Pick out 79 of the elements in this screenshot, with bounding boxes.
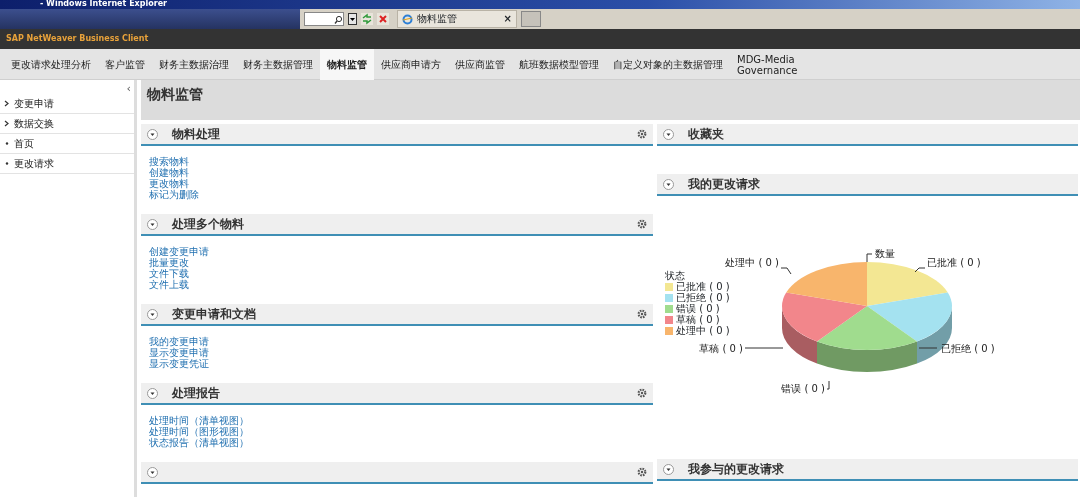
collapse-toggle-icon[interactable] [147, 218, 158, 230]
link[interactable]: 标记为删除 [149, 189, 645, 200]
legend-label: 已拒绝 ( 0 ) [676, 292, 730, 303]
link[interactable]: 处理时间（清单视图） [149, 415, 645, 426]
link[interactable]: 批量更改 [149, 257, 645, 268]
stop-icon[interactable] [377, 13, 389, 25]
nav-tab[interactable]: MDG-Media Governance [730, 49, 812, 80]
section-title: 物料处理 [172, 126, 221, 143]
nav-tab[interactable]: 供应商监管 [448, 49, 512, 80]
settings-icon[interactable] [637, 309, 647, 319]
window-title: - Windows Internet Explorer [0, 0, 1080, 9]
collapse-toggle-icon[interactable] [663, 463, 674, 475]
nav-tab[interactable]: 自定义对象的主数据管理 [606, 49, 730, 80]
close-tab-button[interactable]: × [503, 11, 512, 27]
collapse-button[interactable]: ‹ [123, 84, 134, 94]
leader-line [918, 347, 938, 349]
dropdown-icon[interactable] [348, 13, 357, 25]
legend-label: 已批准 ( 0 ) [676, 281, 730, 292]
leader-line [914, 267, 926, 273]
page-title: 物料监管 [141, 80, 1080, 120]
collapse-toggle-icon[interactable] [147, 128, 158, 140]
legend-label: 处理中 ( 0 ) [676, 325, 730, 336]
link[interactable]: 显示变更申请 [149, 347, 645, 358]
collapse-toggle-icon[interactable] [147, 308, 158, 320]
link[interactable]: 文件上载 [149, 279, 645, 290]
browser-tab[interactable]: 物料监管 × [397, 10, 517, 28]
refresh-icon[interactable] [361, 13, 373, 25]
section-title: 收藏夹 [688, 126, 725, 143]
section-title: 处理报告 [172, 385, 221, 402]
link[interactable]: 我的变更申请 [149, 336, 645, 347]
settings-icon[interactable] [637, 388, 647, 398]
address-field[interactable] [304, 12, 344, 26]
section-title: 我的更改请求 [688, 176, 761, 193]
settings-icon[interactable] [637, 219, 647, 229]
link[interactable]: 处理时间（图形视图） [149, 426, 645, 437]
section-title: 变更申请和文档 [172, 306, 257, 323]
nav-tab[interactable]: 客户监管 [98, 49, 152, 80]
collapse-toggle-icon[interactable] [147, 466, 158, 478]
app-title: SAP NetWeaver Business Client [0, 29, 1080, 49]
nav-tab[interactable]: 航班数据模型管理 [512, 49, 606, 80]
collapse-toggle-icon[interactable] [147, 387, 158, 399]
tab-title: 物料监管 [417, 12, 458, 26]
link[interactable]: 显示变更凭证 [149, 358, 645, 369]
settings-icon[interactable] [637, 129, 647, 139]
link[interactable]: 状态报告（清单视图） [149, 437, 645, 448]
slice-label: 已批准 ( 0 ) [927, 257, 981, 268]
nav-tab[interactable]: 供应商申请方 [374, 49, 448, 80]
browser-logo-icon [402, 13, 413, 25]
section-title: 我参与的更改请求 [688, 461, 785, 478]
legend-label: 草稿 ( 0 ) [676, 314, 720, 325]
link[interactable]: 创建物料 [149, 167, 645, 178]
settings-icon[interactable] [637, 467, 647, 477]
search-icon[interactable] [334, 14, 343, 24]
slice-label: 已拒绝 ( 0 ) [941, 343, 995, 354]
link[interactable]: 搜索物料 [149, 156, 645, 167]
slice-label: 处理中 ( 0 ) [725, 257, 779, 268]
nav-tab[interactable]: 财务主数据管理 [236, 49, 320, 80]
section-title: 处理多个物料 [172, 216, 245, 233]
bullet-icon [4, 160, 10, 167]
collapse-toggle-icon[interactable] [663, 128, 674, 140]
leader-line [780, 267, 792, 275]
leader-line [826, 380, 830, 390]
chevron-right-icon [4, 120, 10, 127]
nav-tab[interactable]: 财务主数据治理 [152, 49, 236, 80]
link[interactable]: 创建变更申请 [149, 246, 645, 257]
collapse-toggle-icon[interactable] [663, 178, 674, 190]
slice-label: 草稿 ( 0 ) [699, 343, 743, 354]
link[interactable]: 文件下载 [149, 268, 645, 279]
legend-title: 状态 [665, 270, 686, 281]
chevron-right-icon [4, 100, 10, 107]
leader-line [744, 347, 784, 349]
leader-line [866, 253, 873, 263]
slice-label: 错误 ( 0 ) [781, 383, 825, 394]
bullet-icon [4, 140, 10, 147]
nav-tab[interactable]: 物料监管 [320, 49, 374, 80]
legend-label: 错误 ( 0 ) [676, 303, 720, 314]
nav-tab[interactable]: 更改请求处理分析 [4, 49, 98, 80]
chart-title: 数量 [875, 248, 895, 259]
link[interactable]: 更改物料 [149, 178, 645, 189]
